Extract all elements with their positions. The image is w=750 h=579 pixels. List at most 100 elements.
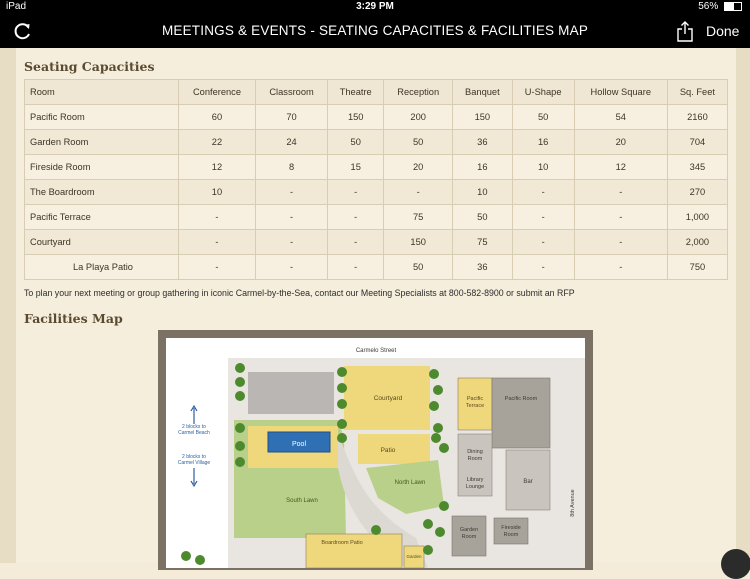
table-row: Pacific Room 60 70 150 200 150 50 54 216… bbox=[24, 104, 729, 130]
scroll-indicator[interactable] bbox=[721, 549, 750, 579]
column-header: Room bbox=[24, 79, 179, 105]
table-cell: 150 bbox=[452, 104, 513, 130]
room-name: Fireside Room bbox=[24, 154, 179, 180]
patio-label: Patio bbox=[381, 447, 396, 454]
table-cell: 15 bbox=[327, 154, 385, 180]
table-cell: 70 bbox=[254, 104, 329, 130]
bar-label: Bar bbox=[523, 479, 532, 485]
done-button[interactable]: Done bbox=[706, 23, 739, 39]
table-row: Courtyard - - - 150 75 - - 2,000 bbox=[24, 229, 729, 255]
building-block bbox=[248, 372, 334, 414]
table-header-row: Room Conference Classroom Theatre Recept… bbox=[24, 79, 729, 105]
table-cell: 10 bbox=[452, 179, 513, 205]
table-row: Pacific Terrace - - - 75 50 - - 1,000 bbox=[24, 204, 729, 230]
table-cell: 2160 bbox=[666, 104, 729, 130]
table-row: Garden Room 22 24 50 50 36 16 20 704 bbox=[24, 129, 729, 155]
room-name: Pacific Room bbox=[24, 104, 179, 130]
facilities-heading: Facilities Map bbox=[24, 311, 123, 326]
table-cell: 54 bbox=[573, 104, 668, 130]
table-cell: - bbox=[511, 229, 575, 255]
library-lounge-label-1: Library bbox=[467, 477, 484, 483]
table-cell: - bbox=[573, 229, 668, 255]
garden-room-label-1: Garden bbox=[460, 527, 478, 533]
seating-heading: Seating Capacities bbox=[24, 59, 155, 74]
table-cell: - bbox=[178, 229, 256, 255]
table-cell: 750 bbox=[666, 254, 729, 280]
table-cell: 16 bbox=[511, 129, 575, 155]
fireside-room-area bbox=[493, 517, 529, 545]
table-cell: - bbox=[511, 179, 575, 205]
table-cell: 150 bbox=[383, 229, 454, 255]
table-cell: 12 bbox=[178, 154, 256, 180]
battery-percent: 56% bbox=[698, 1, 742, 12]
left-margin bbox=[0, 48, 16, 563]
table-cell: - bbox=[511, 204, 575, 230]
table-cell: - bbox=[254, 254, 329, 280]
table-cell: 200 bbox=[383, 104, 454, 130]
share-icon[interactable] bbox=[677, 21, 693, 42]
column-header: Conference bbox=[178, 79, 256, 105]
column-header: Reception bbox=[383, 79, 454, 105]
table-cell: - bbox=[573, 179, 668, 205]
table-cell: 50 bbox=[511, 104, 575, 130]
table-cell: 50 bbox=[383, 254, 454, 280]
pacific-room-area bbox=[491, 377, 551, 449]
room-name: The Boardroom bbox=[24, 179, 179, 205]
right-margin bbox=[736, 48, 750, 563]
table-cell: - bbox=[383, 179, 454, 205]
battery-icon bbox=[724, 1, 742, 11]
table-cell: 345 bbox=[666, 154, 729, 180]
table-row: Fireside Room 12 8 15 20 16 10 12 345 bbox=[24, 154, 729, 180]
north-lawn-label: North Lawn bbox=[395, 480, 426, 486]
room-name: Pacific Terrace bbox=[24, 204, 179, 230]
street-right-label: 8th Avenue bbox=[570, 489, 576, 516]
table-cell: 270 bbox=[666, 179, 729, 205]
street-top-label: Carmelo Street bbox=[356, 348, 397, 354]
table-cell: - bbox=[327, 254, 385, 280]
table-cell: 24 bbox=[254, 129, 329, 155]
pacific-terrace-label-1: Pacific bbox=[467, 396, 483, 402]
table-cell: 704 bbox=[666, 129, 729, 155]
fireside-room-label-2: Room bbox=[504, 532, 519, 538]
table-cell: 36 bbox=[452, 254, 513, 280]
fireside-room-label-1: Fireside bbox=[501, 525, 521, 531]
table-cell: 50 bbox=[327, 129, 385, 155]
garden-room-label-2: Room bbox=[462, 534, 477, 540]
room-name: La Playa Patio bbox=[24, 254, 179, 280]
table-cell: - bbox=[327, 204, 385, 230]
library-lounge-label-2: Lounge bbox=[466, 484, 484, 490]
table-cell: 2,000 bbox=[666, 229, 729, 255]
table-cell: 22 bbox=[178, 129, 256, 155]
garden-short-label: Garden bbox=[406, 554, 422, 559]
pacific-room-label: Pacific Room bbox=[505, 396, 538, 402]
facilities-map[interactable]: Pool Courtyard Patio North Lawn South La… bbox=[166, 338, 585, 568]
courtyard-label: Courtyard bbox=[374, 395, 403, 402]
contact-note: To plan your next meeting or group gathe… bbox=[24, 288, 575, 298]
column-header: Banquet bbox=[452, 79, 513, 105]
dining-room-label-1: Dining bbox=[467, 449, 483, 455]
table-cell: 8 bbox=[254, 154, 329, 180]
table-cell: - bbox=[573, 204, 668, 230]
beach-direction-2: Carmel Beach bbox=[178, 430, 210, 436]
column-header: Classroom bbox=[254, 79, 329, 105]
table-cell: 36 bbox=[452, 129, 513, 155]
table-cell: 12 bbox=[573, 154, 668, 180]
column-header: Theatre bbox=[327, 79, 385, 105]
table-row: The Boardroom 10 - - - 10 - - 270 bbox=[24, 179, 729, 205]
boardroom-patio-label: Boardroom Patio bbox=[321, 540, 362, 546]
dining-room-label-2: Room bbox=[468, 456, 483, 462]
table-cell: - bbox=[511, 254, 575, 280]
table-cell: - bbox=[178, 254, 256, 280]
table-cell: - bbox=[254, 179, 329, 205]
column-header: Hollow Square bbox=[573, 79, 668, 105]
column-header: U-Shape bbox=[511, 79, 575, 105]
status-time: 3:29 PM bbox=[356, 1, 394, 12]
table-cell: - bbox=[254, 229, 329, 255]
table-cell: 16 bbox=[452, 154, 513, 180]
table-cell: 20 bbox=[573, 129, 668, 155]
table-cell: - bbox=[327, 179, 385, 205]
table-cell: 75 bbox=[383, 204, 454, 230]
column-header: Sq. Feet bbox=[666, 79, 729, 105]
table-cell: - bbox=[327, 229, 385, 255]
table-cell: 10 bbox=[178, 179, 256, 205]
